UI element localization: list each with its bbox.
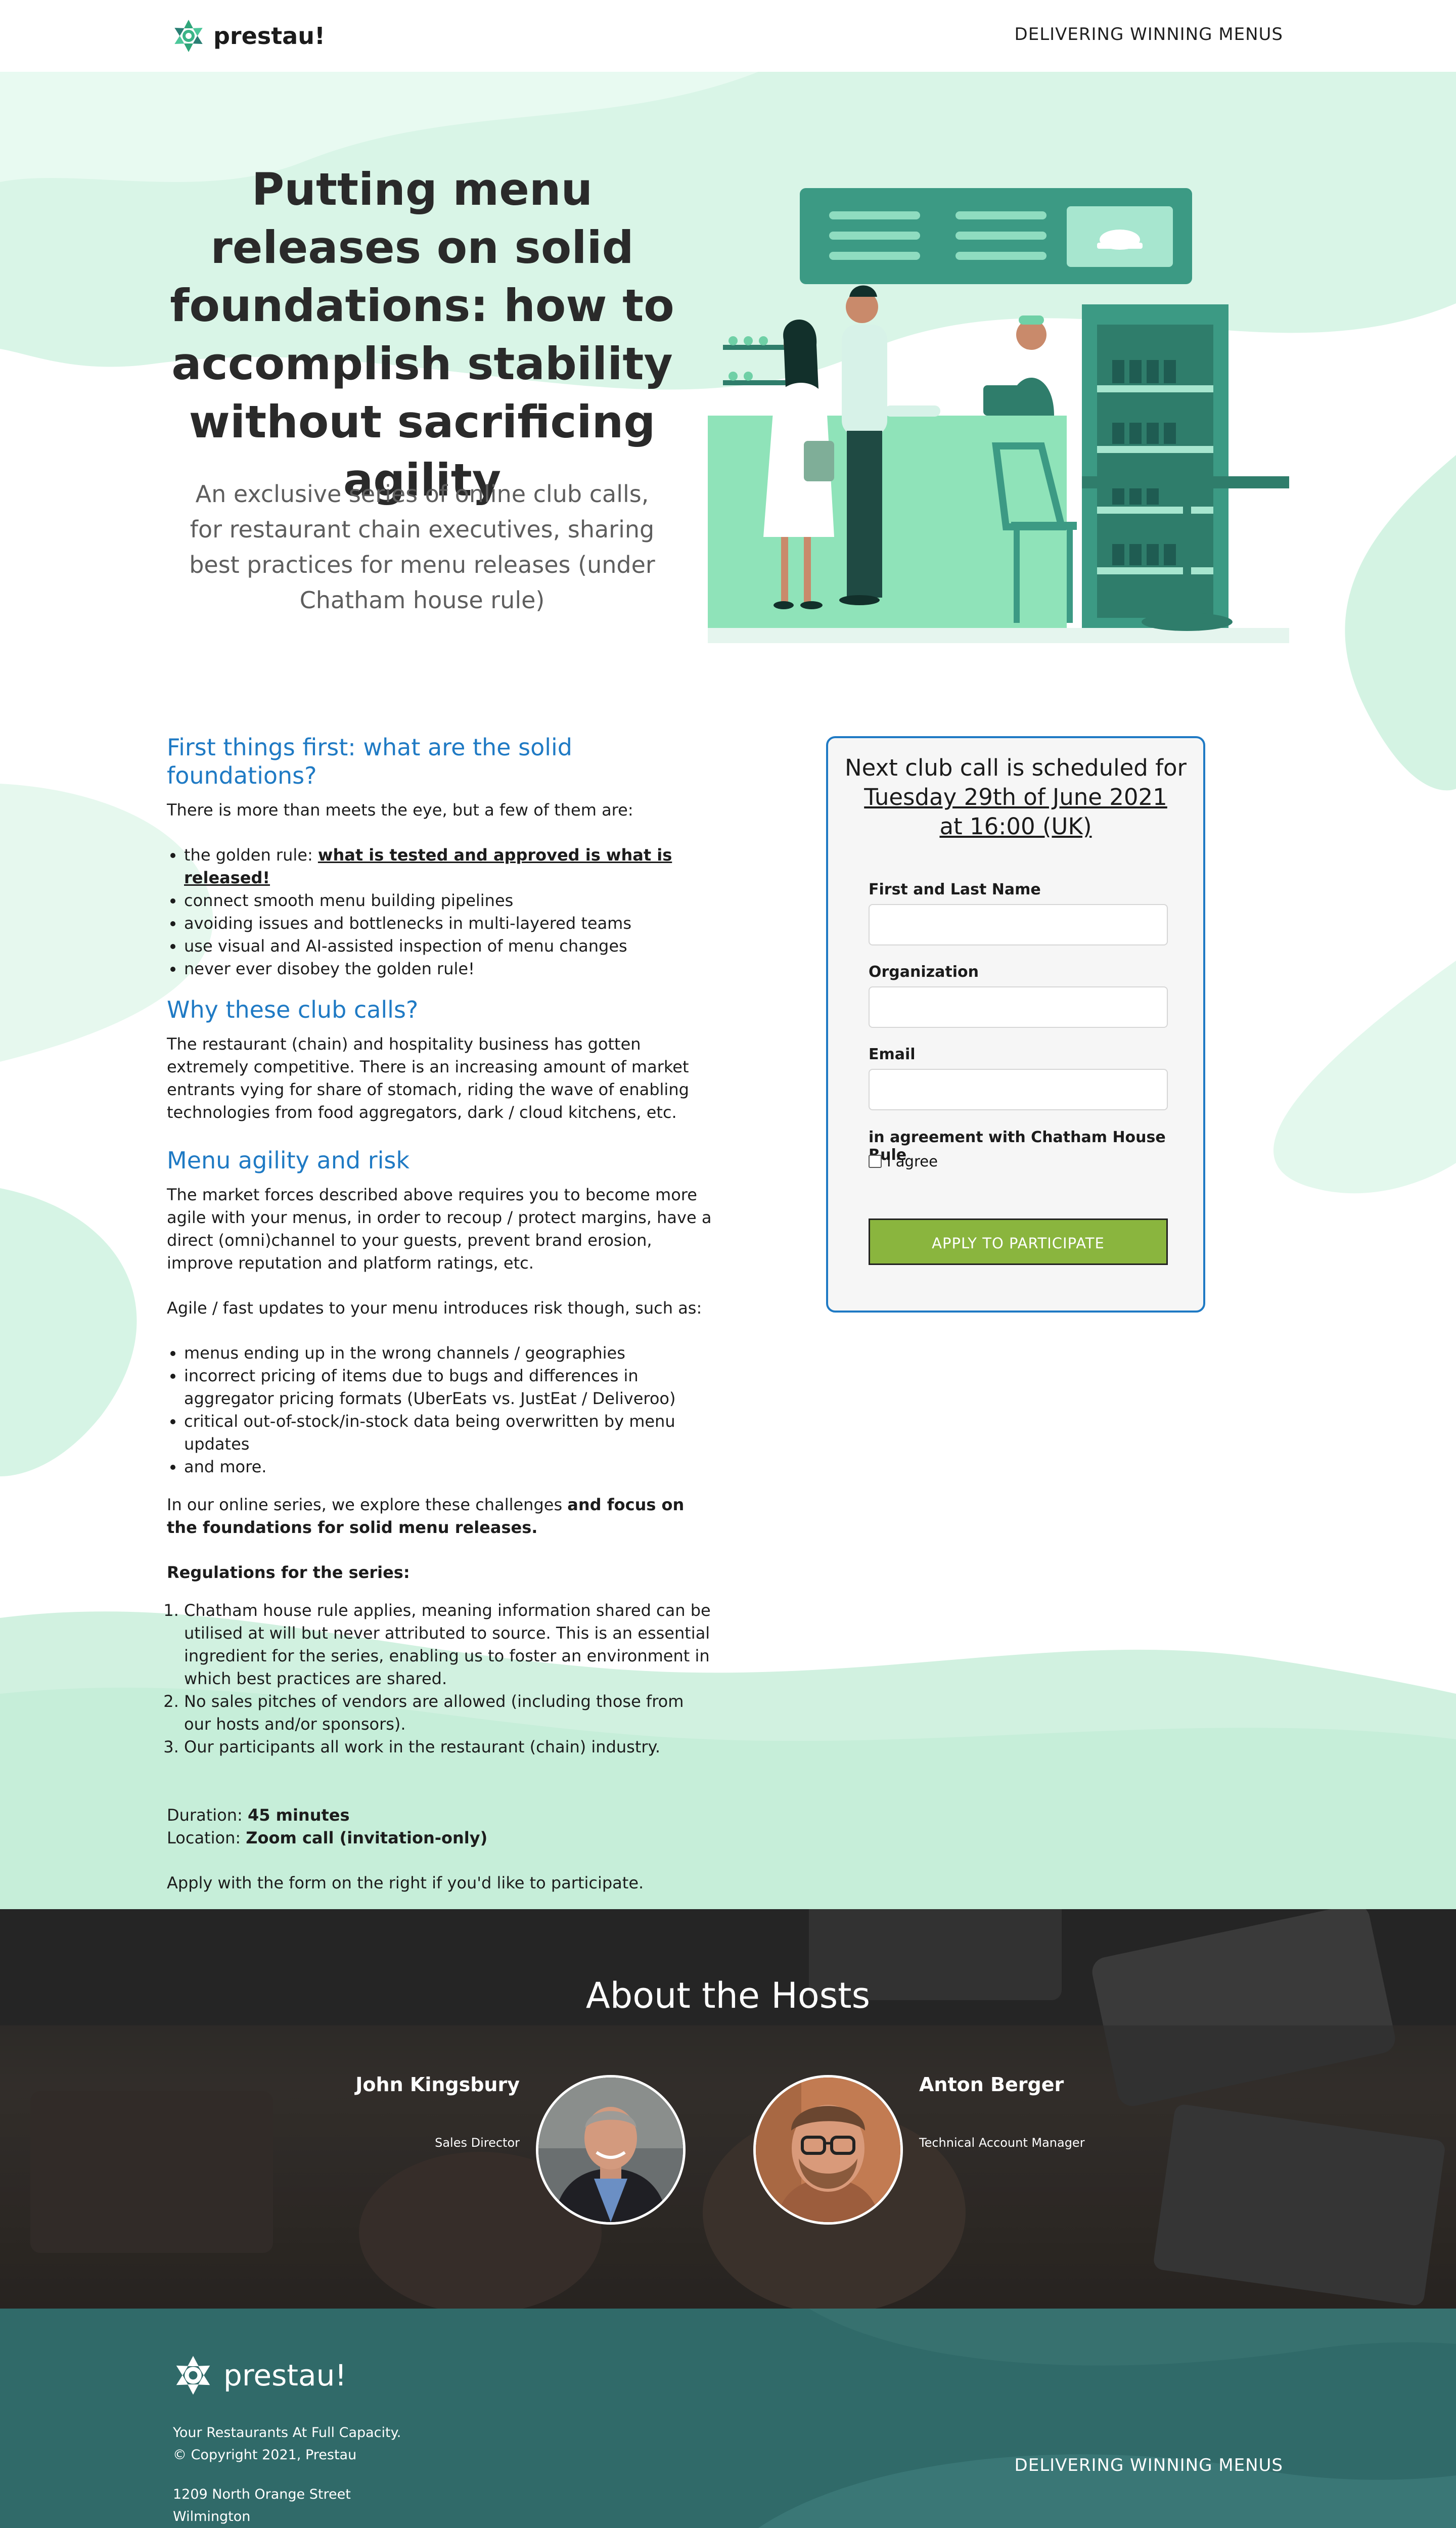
header-tagline[interactable]: DELIVERING WINNING MENUS [1015, 24, 1283, 44]
organization-label: Organization [869, 963, 979, 981]
list-item: incorrect pricing of items due to bugs a… [184, 1365, 713, 1410]
agree-checkbox[interactable] [869, 1155, 882, 1168]
hosts-title: About the Hosts [585, 1975, 871, 2016]
list-item: use visual and AI-assisted inspection of… [184, 935, 713, 958]
form-heading-text: Next club call is scheduled for [844, 754, 1187, 781]
name-input[interactable] [869, 904, 1168, 945]
footer-slogan: Your Restaurants At Full Capacity. [173, 2425, 401, 2441]
name-label: First and Last Name [869, 881, 1041, 898]
hero-title: Putting menu releases on solid foundatio… [170, 163, 674, 506]
footer-logo-text: prestau! [223, 2358, 347, 2392]
list-item: connect smooth menu building pipelines [184, 889, 713, 912]
location-line: Location: Zoom call (invitation-only) [167, 1827, 713, 1849]
call-date: Tuesday 29th of June 2021 [864, 784, 1167, 810]
apply-button[interactable]: APPLY TO PARTICIPATE [869, 1218, 1168, 1265]
prestau-logo-icon [176, 2356, 210, 2395]
logo-text: prestau! [213, 22, 325, 50]
risk-list: menus ending up in the wrong channels / … [167, 1342, 713, 1478]
site-footer: prestau! Your Restaurants At Full Capaci… [0, 2309, 1456, 2528]
form-heading: Next club call is scheduled for Tuesday … [828, 753, 1203, 841]
organization-input[interactable] [869, 986, 1168, 1028]
host2-role: Technical Account Manager [919, 2136, 1085, 2150]
header-logo[interactable]: prestau! [171, 18, 325, 54]
list-item: menus ending up in the wrong channels / … [184, 1342, 713, 1365]
email-label: Email [869, 1046, 916, 1063]
foundations-intro: There is more than meets the eye, but a … [167, 800, 633, 820]
host1-role: Sales Director [435, 2136, 520, 2150]
heading-agility: Menu agility and risk [167, 1147, 410, 1174]
main-content: First things first: what are the solid f… [167, 733, 713, 1917]
foundations-list: the golden rule: what is tested and appr… [167, 844, 713, 980]
location-label: Location: [167, 1828, 246, 1847]
footer-logo[interactable]: prestau! [172, 2354, 347, 2397]
host1-avatar [536, 2075, 686, 2225]
list-item: and more. [184, 1456, 713, 1478]
host2-name: Anton Berger [919, 2073, 1064, 2096]
site-header: prestau! DELIVERING WINNING MENUS [0, 0, 1456, 72]
hero-subtitle: An exclusive series of online club calls… [189, 480, 655, 614]
series-paragraph: In our online series, we explore these c… [167, 1494, 713, 1539]
host1-name: John Kingsbury [355, 2073, 520, 2096]
golden-rule-prefix: the golden rule: [184, 845, 318, 865]
duration-line: Duration: 45 minutes [167, 1804, 713, 1827]
hosts-section: About the Hosts John Kingsbury Sales Dir… [0, 1909, 1456, 2309]
email-input[interactable] [869, 1069, 1168, 1110]
heading-why: Why these club calls? [167, 996, 419, 1023]
list-item: No sales pitches of vendors are allowed … [184, 1690, 713, 1736]
duration-label: Duration: [167, 1805, 248, 1825]
location-value: Zoom call (invitation-only) [246, 1828, 488, 1847]
agility-paragraph: The market forces described above requir… [167, 1185, 712, 1273]
hero-section: Putting menu releases on solid foundatio… [0, 72, 1456, 689]
list-item: critical out-of-stock/in-stock data bein… [184, 1410, 713, 1456]
regulations-list: Chatham house rule applies, meaning info… [167, 1599, 713, 1758]
agree-text: I agree [887, 1153, 938, 1170]
footer-copyright: © Copyright 2021, Prestau [173, 2447, 357, 2463]
risk-intro: Agile / fast updates to your menu introd… [167, 1298, 702, 1318]
list-item: Chatham house rule applies, meaning info… [184, 1599, 713, 1690]
duration-value: 45 minutes [247, 1805, 350, 1825]
heading-foundations: First things first: what are the solid f… [167, 734, 572, 789]
footer-address-street: 1209 North Orange Street [173, 2487, 351, 2502]
apply-paragraph: Apply with the form on the right if you'… [167, 1873, 644, 1892]
hosts-background-photo [0, 1909, 1456, 2309]
regulations-title: Regulations for the series: [167, 1563, 410, 1582]
series-text: In our online series, we explore these c… [167, 1495, 568, 1514]
agree-row[interactable]: I agree [869, 1153, 938, 1170]
host2-avatar [753, 2075, 903, 2225]
list-item: never ever disobey the golden rule! [184, 958, 713, 980]
call-time: at 16:00 (UK) [939, 813, 1092, 840]
prestau-logo-icon [174, 20, 203, 52]
footer-address-city: Wilmington [173, 2509, 251, 2524]
footer-tagline[interactable]: DELIVERING WINNING MENUS [1015, 2455, 1283, 2475]
list-item: Our participants all work in the restaur… [184, 1736, 713, 1758]
list-item: the golden rule: what is tested and appr… [184, 844, 713, 889]
registration-form: Next club call is scheduled for Tuesday … [826, 736, 1205, 1313]
restaurant-counter-illustration [708, 188, 1289, 643]
list-item: avoiding issues and bottlenecks in multi… [184, 912, 713, 935]
why-paragraph: The restaurant (chain) and hospitality b… [167, 1034, 689, 1122]
